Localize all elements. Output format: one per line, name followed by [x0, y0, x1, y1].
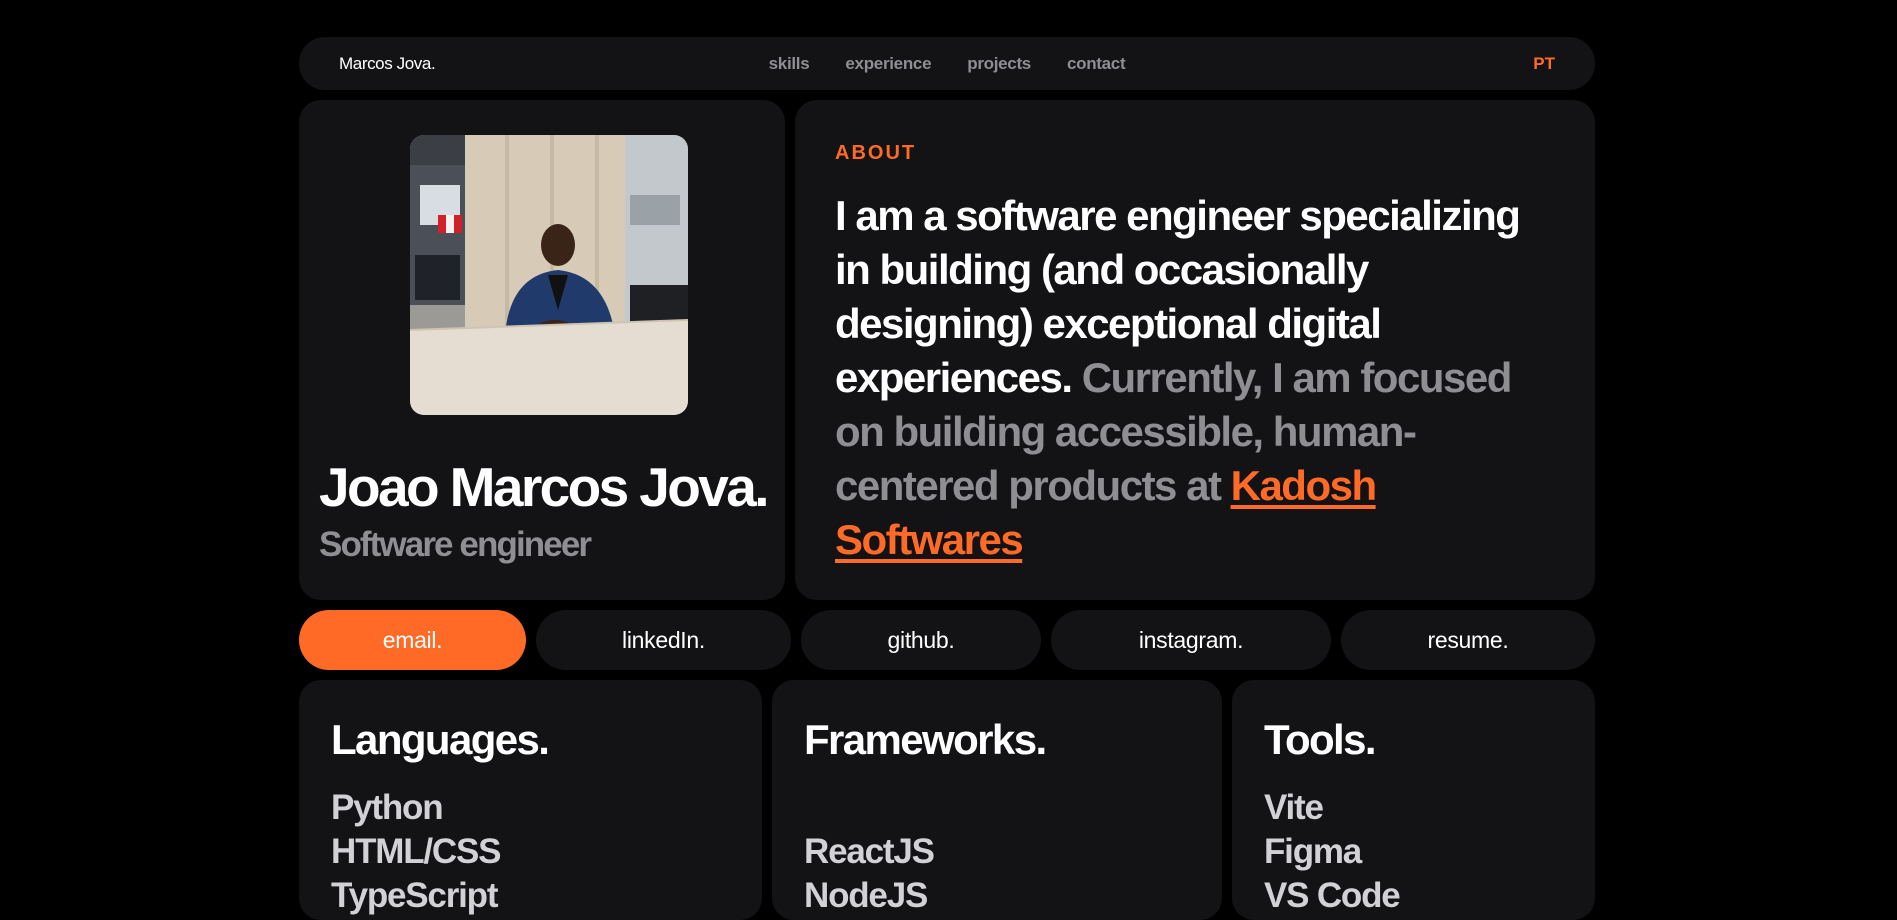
- nav-links: skills experience projects contact: [299, 37, 1595, 90]
- skill-item: Python: [331, 788, 444, 827]
- profile-name: Joao Marcos Jova.: [319, 456, 770, 518]
- social-links: email. linkedIn. github. instagram. resu…: [299, 610, 1595, 670]
- language-toggle[interactable]: PT: [1533, 54, 1555, 74]
- top-nav: Marcos Jova. skills experience projects …: [299, 37, 1595, 90]
- skill-item: Figma: [1264, 832, 1362, 871]
- frameworks-list: ReactJS NodeJS: [804, 830, 1190, 918]
- skill-item: NodeJS: [804, 876, 928, 915]
- skill-item: TypeScript: [331, 876, 498, 915]
- about-text: I am a software engineer specializing in…: [835, 189, 1555, 567]
- tools-title: Tools.: [1264, 716, 1377, 763]
- skill-item: VS Code: [1264, 876, 1401, 915]
- profile-photo-illustration: [410, 135, 688, 415]
- about-card: ABOUT I am a software engineer specializ…: [795, 100, 1595, 600]
- nav-link-contact[interactable]: contact: [1067, 54, 1126, 74]
- page: Marcos Jova. skills experience projects …: [299, 37, 1595, 920]
- github-button[interactable]: github.: [801, 610, 1041, 670]
- resume-button[interactable]: resume.: [1341, 610, 1595, 670]
- about-label: ABOUT: [835, 142, 917, 164]
- email-button[interactable]: email.: [299, 610, 526, 670]
- tools-card: Tools. Vite Figma VS Code: [1232, 680, 1595, 920]
- brand-logo[interactable]: Marcos Jova.: [339, 54, 436, 74]
- hero-section: Joao Marcos Jova. Software engineer ABOU…: [299, 100, 1595, 600]
- nav-link-experience[interactable]: experience: [845, 54, 931, 74]
- languages-card: Languages. Python HTML/CSS TypeScript: [299, 680, 762, 920]
- profile-role: Software engineer: [319, 525, 592, 564]
- profile-photo: [410, 135, 688, 415]
- skill-item: HTML/CSS: [331, 832, 501, 871]
- languages-title: Languages.: [331, 716, 550, 763]
- profile-card: Joao Marcos Jova. Software engineer: [299, 100, 785, 600]
- nav-link-skills[interactable]: skills: [769, 54, 810, 74]
- tools-list: Vite Figma VS Code: [1264, 786, 1563, 918]
- frameworks-title: Frameworks.: [804, 716, 1047, 763]
- languages-list: Python HTML/CSS TypeScript: [331, 786, 730, 918]
- skill-item: Vite: [1264, 788, 1324, 827]
- instagram-button[interactable]: instagram.: [1051, 610, 1331, 670]
- frameworks-card: Frameworks. ReactJS NodeJS: [772, 680, 1222, 920]
- linkedin-button[interactable]: linkedIn.: [536, 610, 791, 670]
- skills-section: Languages. Python HTML/CSS TypeScript Fr…: [299, 680, 1595, 920]
- skill-item: ReactJS: [804, 832, 935, 871]
- nav-link-projects[interactable]: projects: [967, 54, 1031, 74]
